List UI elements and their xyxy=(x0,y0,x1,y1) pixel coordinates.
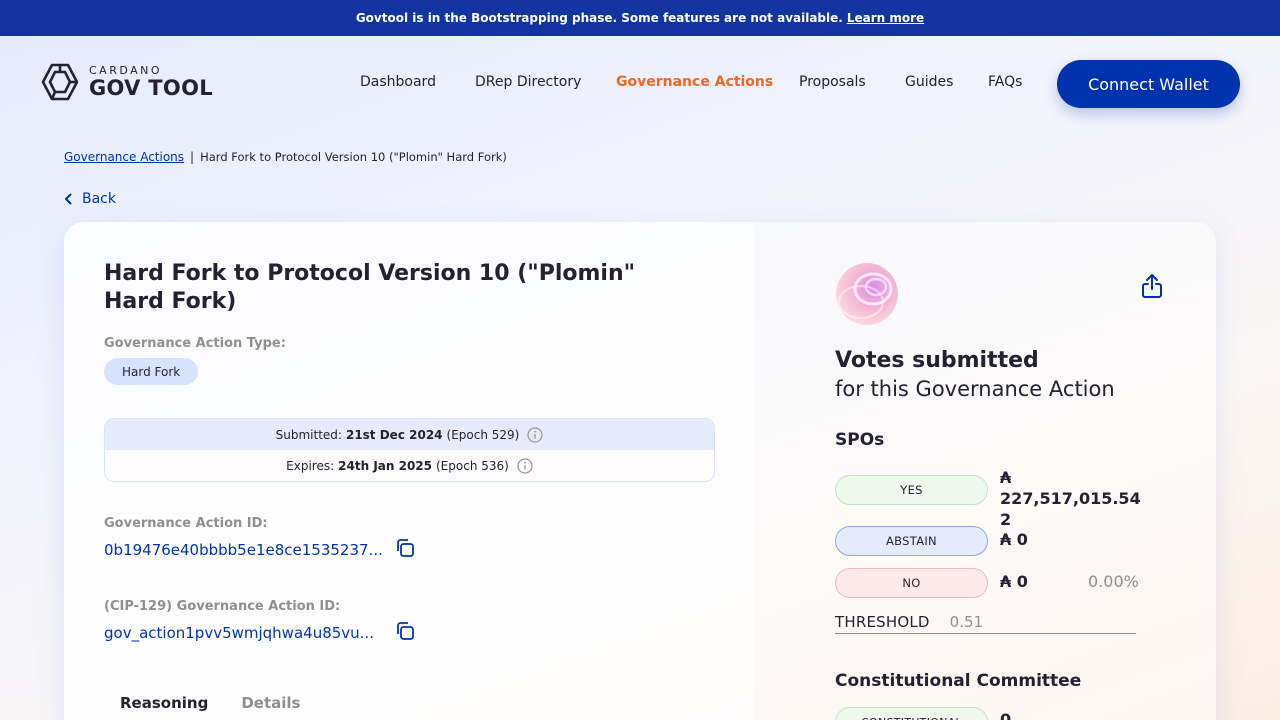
cip129-id-label: (CIP-129) Governance Action ID: xyxy=(104,599,341,614)
submitted-epoch: (Epoch 529) xyxy=(446,427,520,442)
abstain-pill: ABSTAIN xyxy=(835,526,988,556)
copy-icon[interactable] xyxy=(394,537,416,559)
action-id-label: Governance Action ID: xyxy=(104,516,268,531)
breadcrumb-separator: | xyxy=(190,150,195,164)
breadcrumb-current: Hard Fork to Protocol Version 10 ("Plomi… xyxy=(200,150,507,164)
threshold-value: 0.51 xyxy=(949,612,984,631)
submitted-date: 21st Dec 2024 xyxy=(345,427,443,442)
yes-amount-line2: 2 xyxy=(1000,510,1012,529)
votes-avatar-icon xyxy=(836,263,898,325)
abstain-amount: ₳ 0 xyxy=(1000,530,1028,549)
header: CARDANO GOV TOOL Dashboard DRep Director… xyxy=(0,36,1280,130)
cip129-id-value: gov_action1pvv5wmjqhwa4u85vu... xyxy=(104,624,374,642)
yes-pill: YES xyxy=(835,475,988,505)
threshold-label: THRESHOLD xyxy=(835,612,930,631)
breadcrumb: Governance Actions | Hard Fork to Protoc… xyxy=(64,150,507,164)
cc-heading: Constitutional Committee xyxy=(835,671,1082,691)
governance-action-card: Hard Fork to Protocol Version 10 ("Plomi… xyxy=(64,222,1216,720)
chevron-left-icon xyxy=(65,193,72,205)
spo-heading: SPOs xyxy=(835,430,885,450)
no-percentage: 0.00% xyxy=(1088,572,1139,591)
votes-title: Votes submitted xyxy=(835,348,1039,373)
share-icon[interactable] xyxy=(1140,273,1164,299)
action-type-label: Governance Action Type: xyxy=(104,336,286,351)
yes-amount: ₳ 227,517,015.54 2 xyxy=(1000,467,1141,530)
no-amount: ₳ 0 xyxy=(1000,572,1028,591)
back-label: Back xyxy=(82,191,116,207)
dates-box: Submitted: 21st Dec 2024 (Epoch 529) Exp… xyxy=(104,418,715,482)
action-details-panel: Hard Fork to Protocol Version 10 ("Plomi… xyxy=(64,222,754,720)
nav-faqs[interactable]: FAQs xyxy=(988,74,1022,90)
submitted-row: Submitted: 21st Dec 2024 (Epoch 529) xyxy=(105,419,714,450)
cc-amount: 0 xyxy=(1000,710,1012,720)
expires-date: 24th Jan 2025 xyxy=(338,458,432,473)
breadcrumb-governance-actions[interactable]: Governance Actions xyxy=(64,150,184,164)
govtool-logo[interactable]: CARDANO GOV TOOL xyxy=(40,63,213,101)
expires-row: Expires: 24th Jan 2025 (Epoch 536) xyxy=(105,450,714,481)
expires-label: Expires: xyxy=(286,458,335,473)
back-button[interactable]: Back xyxy=(64,191,116,207)
info-icon[interactable] xyxy=(527,426,543,443)
connect-wallet-button[interactable]: Connect Wallet xyxy=(1057,60,1240,108)
cardano-hex-logo-icon xyxy=(41,63,79,101)
bootstrapping-banner: Govtool is in the Bootstrapping phase. S… xyxy=(0,0,1280,36)
tab-details[interactable]: Details xyxy=(241,694,300,712)
nav-proposals[interactable]: Proposals xyxy=(799,74,866,90)
logo-govtool-text: GOV TOOL xyxy=(89,76,213,100)
action-type-chip: Hard Fork xyxy=(104,358,199,385)
nav-drep-directory[interactable]: DRep Directory xyxy=(475,74,581,90)
tab-reasoning[interactable]: Reasoning xyxy=(120,694,208,712)
submitted-label: Submitted: xyxy=(275,427,342,442)
nav-guides[interactable]: Guides xyxy=(905,74,953,90)
nav-governance-actions[interactable]: Governance Actions xyxy=(616,74,773,90)
nav-dashboard[interactable]: Dashboard xyxy=(360,74,436,90)
no-pill: NO xyxy=(835,568,988,598)
banner-text: Govtool is in the Bootstrapping phase. S… xyxy=(355,11,843,25)
logo-cardano-text: CARDANO xyxy=(89,64,163,77)
action-id-value: 0b19476e40bbbb5e1e8ce1535237... xyxy=(104,541,383,559)
votes-subtitle: for this Governance Action xyxy=(835,377,1115,401)
cc-pill: CONSTITUTIONAL xyxy=(835,707,988,720)
yes-amount-line1: ₳ 227,517,015.54 xyxy=(1000,468,1141,508)
detail-tabs: Reasoning Details xyxy=(120,694,300,712)
threshold-row: THRESHOLD 0.51 xyxy=(835,610,1136,634)
learn-more-link[interactable]: Learn more xyxy=(847,11,924,25)
action-title: Hard Fork to Protocol Version 10 ("Plomi… xyxy=(104,261,636,314)
expires-epoch: (Epoch 536) xyxy=(436,458,509,473)
copy-icon[interactable] xyxy=(394,620,416,642)
info-icon[interactable] xyxy=(517,457,533,474)
